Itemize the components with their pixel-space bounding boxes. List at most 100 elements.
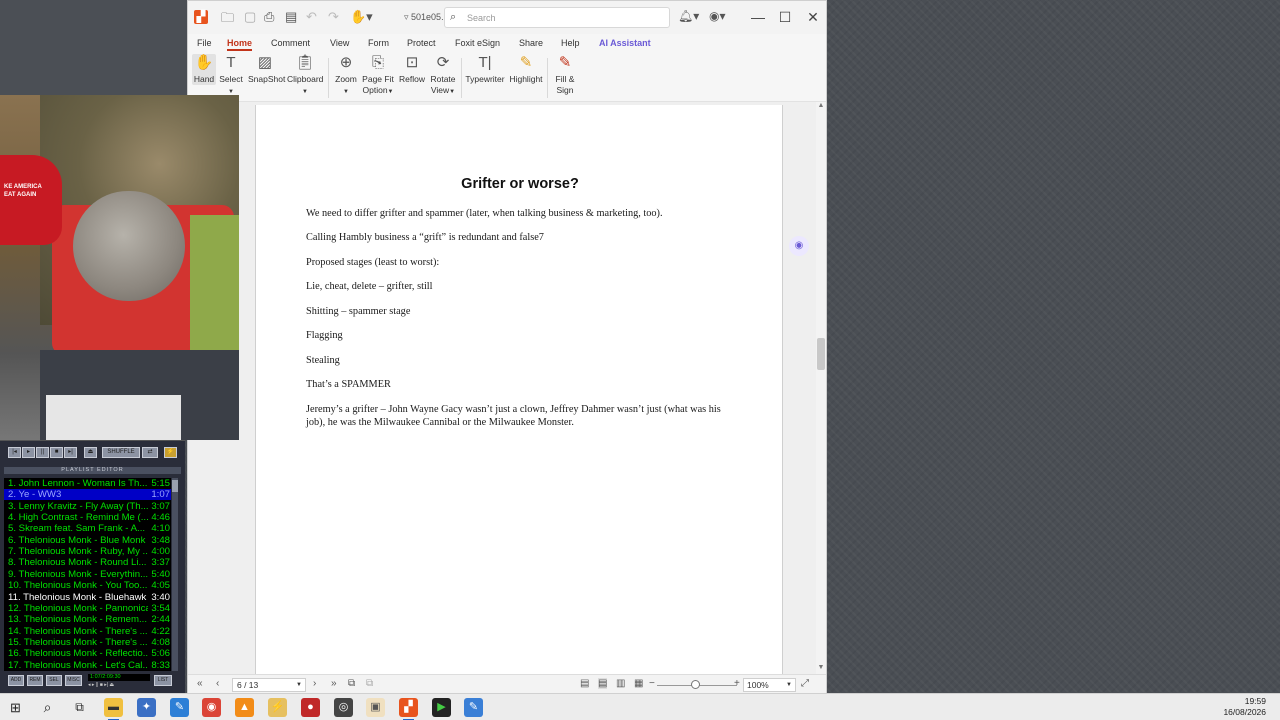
scrollbar-thumb[interactable]: [817, 338, 825, 370]
hand-tool-dropdown-icon[interactable]: ✋▾: [350, 9, 373, 25]
account-icon[interactable]: ◉▾: [709, 9, 726, 23]
next-track-icon[interactable]: ▸|: [64, 447, 77, 458]
playlist-item[interactable]: 1. John Lennon - Woman Is Th... 5:15: [4, 478, 171, 489]
misc-button[interactable]: MISC: [65, 675, 82, 686]
undo-icon[interactable]: ↶: [306, 9, 317, 25]
menu-form[interactable]: Form: [368, 38, 389, 48]
playlist-item[interactable]: 3. Lenny Kravitz - Fly Away (Th... 3:07: [4, 501, 171, 512]
playlist-scroll-thumb[interactable]: [172, 480, 178, 492]
menu-help[interactable]: Help: [561, 38, 580, 48]
playlist-item[interactable]: 12. Thelonious Monk - Pannonica 3:54: [4, 603, 171, 614]
export-page-icon[interactable]: ⧉: [348, 678, 355, 689]
menu-file[interactable]: File: [197, 38, 212, 48]
close-button[interactable]: ✕: [802, 7, 824, 27]
search-icon[interactable]: ⌕: [38, 698, 57, 717]
windows-start-icon[interactable]: ⊞: [6, 698, 25, 717]
playlist-item[interactable]: 13. Thelonious Monk - Remem... 2:44: [4, 614, 171, 625]
snapshot-button[interactable]: ▨ SnapShot: [248, 54, 285, 85]
app-pen-icon[interactable]: ✎: [170, 698, 189, 717]
print-icon[interactable]: ⎙: [264, 9, 274, 25]
facing-view-icon[interactable]: ▥: [616, 678, 625, 689]
foxit-reader-icon[interactable]: ▞: [399, 698, 418, 720]
image-viewer-icon[interactable]: ▣: [366, 698, 385, 717]
page-number-input[interactable]: 6 / 13 ▼: [232, 678, 306, 692]
playlist-item[interactable]: 4. High Contrast - Remind Me (... 4:46: [4, 512, 171, 523]
add-button[interactable]: ADD: [8, 675, 24, 686]
menu-foxit-esign[interactable]: Foxit eSign: [455, 38, 500, 48]
maximize-button[interactable]: ☐: [774, 7, 796, 27]
menu-ai-assistant[interactable]: AI Assistant: [599, 38, 651, 48]
scroll-down-icon[interactable]: ▼: [816, 664, 826, 671]
vlc-icon[interactable]: ▲: [235, 698, 254, 717]
menu-protect[interactable]: Protect: [407, 38, 436, 48]
page-fit-option-button[interactable]: ⎘ Page Fit Option▼: [362, 54, 394, 98]
menu-view[interactable]: View: [330, 38, 349, 48]
zoom-button[interactable]: ⊕ Zoom ▼: [334, 54, 358, 98]
task-view-icon[interactable]: ⧉: [70, 698, 89, 717]
playlist-item[interactable]: 14. Thelonious Monk - There's ... 4:22: [4, 626, 171, 637]
file-explorer-icon[interactable]: ▬: [104, 698, 123, 720]
typewriter-button[interactable]: T| Typewriter: [465, 54, 505, 85]
select-tool-button[interactable]: T Select ▼: [219, 54, 243, 98]
play-icon[interactable]: ▸: [22, 447, 35, 458]
list-options-button[interactable]: LIST: [154, 675, 172, 686]
ai-assistant-bot-icon[interactable]: ◉: [789, 236, 809, 256]
eject-icon[interactable]: ⏏: [84, 447, 97, 458]
pause-icon[interactable]: ||: [36, 447, 49, 458]
playlist-item[interactable]: 10. Thelonious Monk - You Too... 4:05: [4, 580, 171, 591]
visual-studio-icon[interactable]: ✦: [137, 698, 156, 717]
previous-page-icon[interactable]: ‹: [216, 678, 219, 689]
fill-sign-button[interactable]: ✎ Fill & Sign: [552, 54, 578, 96]
audio-app-icon[interactable]: ◎: [334, 698, 353, 717]
zoom-out-icon[interactable]: −: [649, 678, 655, 689]
continuous-facing-view-icon[interactable]: ▦: [634, 678, 643, 689]
scroll-up-icon[interactable]: ▲: [816, 102, 826, 109]
first-page-icon[interactable]: «: [197, 678, 203, 689]
hand-tool-button[interactable]: ✋ Hand: [192, 54, 216, 85]
repeat-icon[interactable]: ⇄: [142, 447, 158, 458]
paint-app-icon[interactable]: ✎: [464, 698, 483, 717]
playlist[interactable]: 1. John Lennon - Woman Is Th... 5:15 2. Ye…: [4, 478, 171, 671]
search-box[interactable]: ⌕ Search: [444, 7, 670, 28]
chrome-icon[interactable]: ◉: [202, 698, 221, 717]
menu-comment[interactable]: Comment: [271, 38, 310, 48]
vertical-scrollbar[interactable]: ▲ ▼: [816, 102, 826, 674]
copy-page-icon[interactable]: ⧉: [366, 678, 373, 689]
reflow-button[interactable]: ⊡ Reflow: [398, 54, 426, 85]
properties-icon[interactable]: ▤: [285, 9, 297, 25]
continuous-view-icon[interactable]: ▤: [598, 678, 608, 689]
playlist-scrollbar[interactable]: [172, 478, 178, 671]
highlight-button[interactable]: ✎ Highlight: [509, 54, 543, 85]
playlist-item[interactable]: 8. Thelonious Monk - Round Li... 3:37: [4, 557, 171, 568]
select-button[interactable]: SEL: [46, 675, 62, 686]
playlist-item[interactable]: 9. Thelonious Monk - Everythin... 5:40: [4, 569, 171, 580]
playlist-item[interactable]: 2. Ye - WW3 1:07: [4, 489, 171, 501]
menu-home[interactable]: Home: [227, 38, 253, 51]
zoom-in-icon[interactable]: +: [734, 678, 740, 689]
zoom-level-input[interactable]: 100% ▼: [743, 678, 796, 692]
remove-button[interactable]: REM: [27, 675, 43, 686]
terminal-icon[interactable]: ▶: [432, 698, 451, 717]
playlist-item[interactable]: 7. Thelonious Monk - Ruby, My ... 4:00: [4, 546, 171, 557]
playlist-item[interactable]: 16. Thelonious Monk - Reflectio... 5:06: [4, 648, 171, 659]
playlist-item[interactable]: 6. Thelonious Monk - Blue Monk 3:48: [4, 535, 171, 546]
zoom-slider-handle[interactable]: [691, 680, 700, 689]
winamp-icon[interactable]: ⚡: [268, 698, 287, 717]
stop-icon[interactable]: ■: [50, 447, 63, 458]
winamp-logo-icon[interactable]: ⚡: [164, 447, 177, 458]
single-page-view-icon[interactable]: ▤: [580, 678, 589, 689]
playlist-item[interactable]: 5. Skream feat. Sam Frank - A... 4:10: [4, 523, 171, 534]
previous-track-icon[interactable]: |◂: [8, 447, 21, 458]
redo-icon[interactable]: ↷: [328, 9, 339, 25]
minimize-button[interactable]: —: [747, 7, 769, 27]
document-viewport[interactable]: Grifter or worse? We need to differ grif…: [188, 102, 826, 677]
fullscreen-icon[interactable]: ⤢: [801, 678, 809, 689]
playlist-item[interactable]: 15. Thelonious Monk - There's ... 4:08: [4, 637, 171, 648]
system-clock[interactable]: 19:59 16/08/2026: [1223, 696, 1266, 718]
save-icon[interactable]: ▢: [244, 9, 256, 25]
rotate-view-button[interactable]: ⟳ Rotate View▼: [428, 54, 458, 98]
clipboard-button[interactable]: 📋︎ Clipboard ▼: [287, 54, 323, 98]
playlist-item[interactable]: 17. Thelonious Monk - Let's Cal... 8:33: [4, 660, 171, 671]
mini-transport-controls[interactable]: ◂ ▸ || ■ ▸| ⏏: [88, 682, 150, 688]
playlist-item[interactable]: 11. Thelonious Monk - Bluehawk 3:40: [4, 592, 171, 603]
